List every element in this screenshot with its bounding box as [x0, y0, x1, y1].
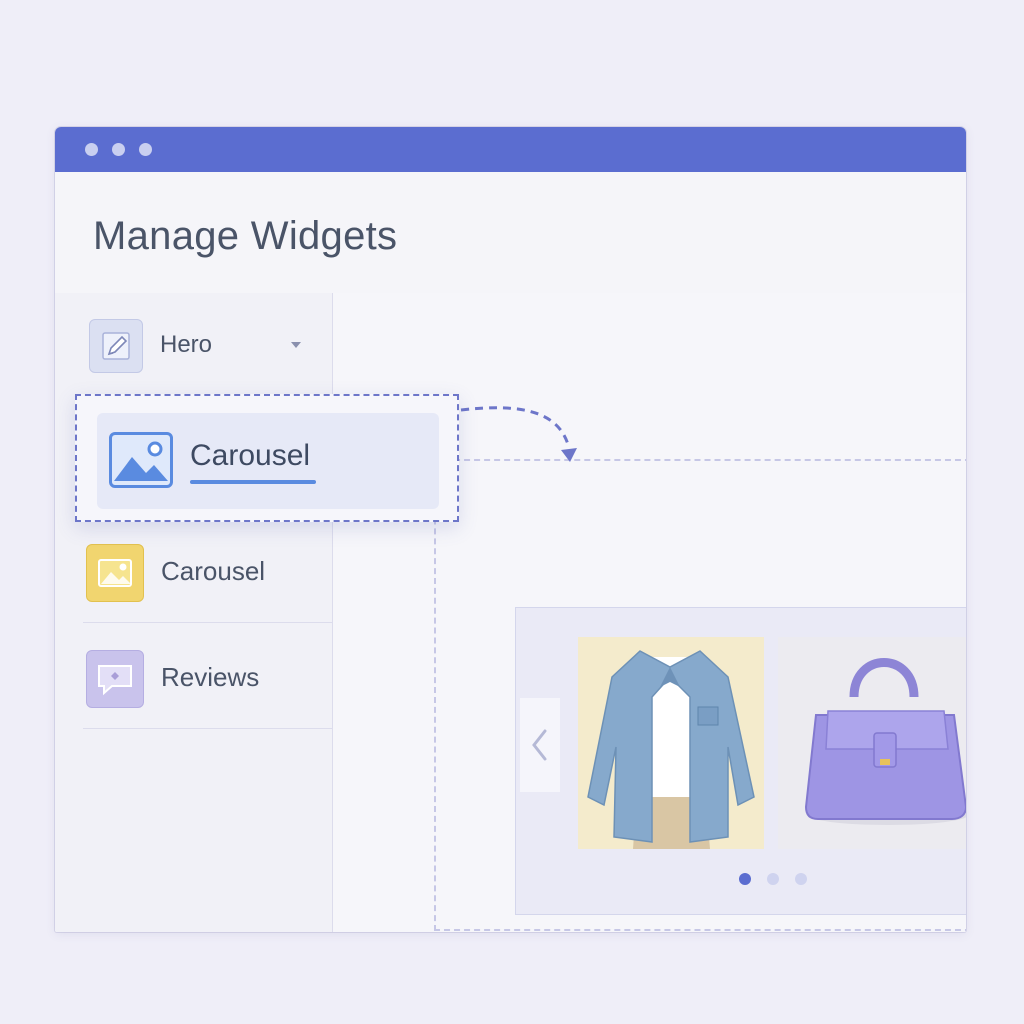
sidebar-item-label: Reviews: [161, 662, 260, 692]
sidebar-item-carousel[interactable]: Carousel: [55, 533, 332, 633]
carousel-dot-active[interactable]: [739, 873, 751, 885]
sidebar-item-reviews[interactable]: Reviews: [55, 639, 332, 739]
dragged-widget-label: Carousel: [190, 439, 311, 472]
drag-label-underline: [190, 480, 316, 484]
sidebar-item-label: Hero: [160, 331, 213, 358]
denim-shirt-image: [578, 637, 764, 849]
title-bar: [55, 127, 966, 172]
dragged-widget-carousel[interactable]: Carousel: [75, 394, 459, 522]
window-dot[interactable]: [139, 143, 152, 156]
pencil-icon: [89, 319, 143, 373]
chat-bubble-icon: [86, 650, 144, 708]
carousel-dot[interactable]: [767, 873, 779, 885]
drag-path-arrow-icon: [460, 406, 577, 462]
browser-window: Manage Widgets Hero Carousel Reviews: [55, 127, 966, 932]
widget-sidebar: Hero Carousel Reviews: [55, 293, 333, 932]
carousel-slide[interactable]: [778, 637, 966, 849]
drop-zone[interactable]: [434, 459, 966, 931]
image-icon: [109, 432, 173, 488]
page-title: Manage Widgets: [93, 214, 398, 258]
dragged-widget-body[interactable]: Carousel: [97, 413, 439, 509]
image-icon: [86, 544, 144, 602]
divider: [83, 728, 332, 729]
divider: [83, 622, 332, 623]
chevron-down-icon[interactable]: [291, 342, 301, 348]
carousel-preview[interactable]: [515, 607, 966, 915]
canvas-area: [333, 293, 966, 932]
sidebar-item-hero[interactable]: Hero: [55, 293, 332, 393]
window-dot[interactable]: [85, 143, 98, 156]
page-header: Manage Widgets: [55, 172, 966, 294]
carousel-prev-button[interactable]: [520, 698, 560, 792]
window-dot[interactable]: [112, 143, 125, 156]
carousel-dot[interactable]: [795, 873, 807, 885]
chevron-left-icon: [532, 729, 547, 761]
carousel-slide[interactable]: [578, 637, 764, 849]
sidebar-item-label: Carousel: [161, 556, 266, 586]
purple-handbag-image: [778, 637, 966, 849]
